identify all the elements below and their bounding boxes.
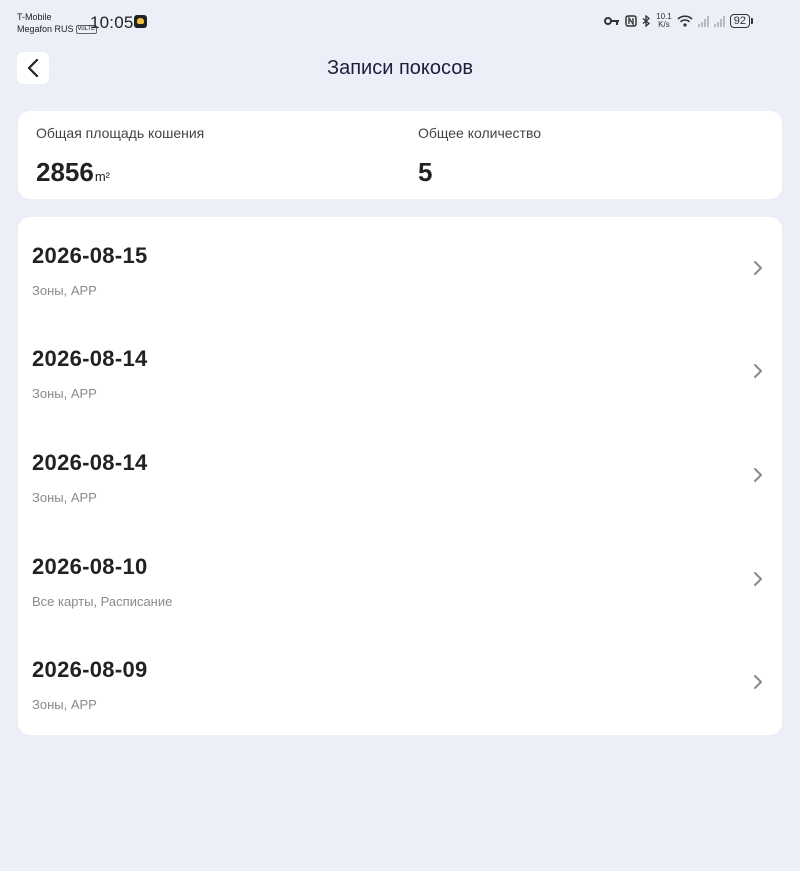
notification-app-icon [134,15,147,28]
signal-icon-sim2 [713,15,725,27]
record-date: 2026-08-15 [32,243,148,268]
list-item[interactable]: 2026-08-09 Зоны, APP [18,631,782,735]
total-count-block: Общее количество 5 [418,125,541,188]
status-bar: T-Mobile Megafon RUS VoLTE 10:05 10.1 K/s… [0,0,800,44]
record-date: 2026-08-09 [32,657,148,682]
records-list: 2026-08-15 Зоны, APP 2026-08-14 Зоны, AP… [18,217,782,735]
record-subtitle: Все карты, Расписание [32,594,173,609]
battery-icon: 92 [729,14,754,28]
summary-card: Общая площадь кошения 2856m² Общее колич… [18,111,782,199]
total-count-value: 5 [418,157,433,187]
wifi-icon [677,15,693,27]
page-title: Записи покосов [327,57,473,79]
total-area-block: Общая площадь кошения 2856m² [36,125,204,188]
list-item[interactable]: 2026-08-10 Все карты, Расписание [18,528,782,632]
chevron-right-icon [754,261,762,275]
total-area-unit: m² [94,169,111,184]
list-item[interactable]: 2026-08-15 Зоны, APP [18,217,782,321]
carrier-1: T-Mobile [17,12,52,22]
total-area-label: Общая площадь кошения [36,125,205,141]
total-count-label: Общее количество [418,125,542,141]
record-date: 2026-08-10 [32,554,148,579]
chevron-right-icon [754,364,762,378]
chevron-right-icon [754,675,762,689]
record-subtitle: Зоны, APP [32,283,97,298]
nfc-icon [625,15,637,27]
record-subtitle: Зоны, APP [32,490,97,505]
record-subtitle: Зоны, APP [32,386,97,401]
network-speed: 10.1 K/s [656,13,672,29]
record-date: 2026-08-14 [32,346,148,371]
record-subtitle: Зоны, APP [32,697,97,712]
signal-icon-sim1 [697,15,709,27]
bluetooth-icon [642,14,651,27]
record-date: 2026-08-14 [32,450,148,475]
chevron-right-icon [754,572,762,586]
system-icons: 10.1 K/s 92 [604,13,754,29]
network-speed-unit: K/s [658,20,670,29]
total-area-value-row: 2856m² [36,157,204,188]
chevron-right-icon [754,468,762,482]
total-area-value: 2856 [36,157,94,187]
status-clock: 10:05 [90,13,134,32]
carrier-info: T-Mobile Megafon RUS VoLTE [17,11,98,35]
list-item[interactable]: 2026-08-14 Зоны, APP [18,424,782,528]
list-item[interactable]: 2026-08-14 Зоны, APP [18,320,782,424]
key-icon [604,17,620,25]
carrier-2: Megafon RUS [17,24,74,34]
